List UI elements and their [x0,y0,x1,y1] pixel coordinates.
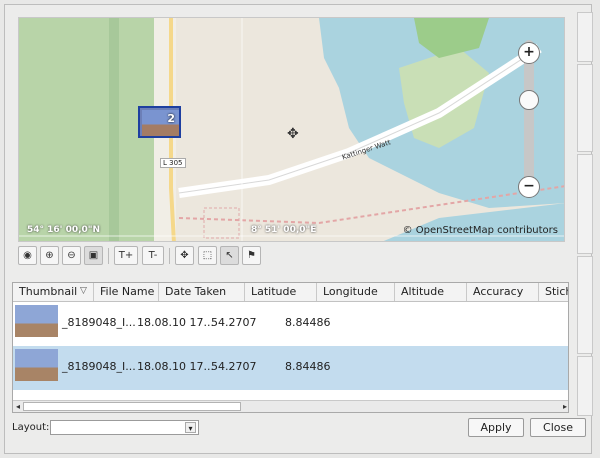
column-header-latitude[interactable]: Latitude [245,283,317,301]
scrollbar-thumb[interactable] [23,402,241,411]
row-latitude: 54.2707 [211,360,257,373]
pan-icon[interactable]: ✥ [175,246,194,265]
map-view[interactable]: 54° 16' 00,0"N 8° 51' 00,0"E © OpenStree… [18,17,565,242]
column-header-accuracy[interactable]: Accuracy [467,283,539,301]
side-tab-3[interactable] [577,154,593,254]
chevron-down-icon[interactable]: ▾ [185,422,196,433]
row-filename: _8189048_I... [62,316,136,329]
zoom-in-button[interactable]: + [518,42,540,64]
road-label: L 305 [160,158,186,168]
table-row[interactable]: _8189048_I... 18.08.10 17... 54.2707 8.8… [13,346,568,390]
column-header-date[interactable]: Date Taken [159,283,245,301]
image-list-table: Thumbnail ▽ File Name Date Taken Latitud… [12,282,569,413]
row-longitude: 8.84486 [285,316,331,329]
rectangle-select-icon[interactable]: ⬚ [198,246,217,265]
table-header: Thumbnail ▽ File Name Date Taken Latitud… [13,283,568,302]
table-row[interactable]: _8189048_I... 18.08.10 17... 54.2707 8.8… [13,302,568,346]
photo-cluster-marker[interactable]: 2 [138,106,181,138]
thumbnail-bigger-button[interactable]: T+ [114,246,138,265]
cluster-count: 2 [167,112,175,125]
zoom-knob[interactable] [519,90,539,110]
row-date: 18.08.10 17... [137,360,214,373]
zoom-in-icon[interactable]: ⊕ [40,246,59,265]
horizontal-scrollbar[interactable]: ◂ ▸ [13,400,568,412]
apply-button[interactable]: Apply [468,418,524,437]
pointer-icon[interactable]: ↖ [220,246,239,265]
row-thumbnail [15,305,58,337]
map-toolbar: ◉ ⊕ ⊖ ▣ T+ T- ✥ ⬚ ↖ ⚑ [18,246,268,266]
side-tabs [577,12,593,417]
globe-icon[interactable]: ◉ [18,246,37,265]
latitude-readout: 54° 16' 00,0"N [27,225,100,235]
row-latitude: 54.2707 [211,316,257,329]
zoom-out-button[interactable]: − [518,176,540,198]
column-header-longitude[interactable]: Longitude [317,283,395,301]
column-header-altitude[interactable]: Altitude [395,283,467,301]
row-longitude: 8.84486 [285,360,331,373]
thumbnail-smaller-button[interactable]: T- [142,246,164,265]
side-tab-5[interactable] [577,356,593,416]
scroll-left-icon[interactable]: ◂ [13,401,23,412]
layout-select[interactable]: ▾ [50,420,199,435]
layout-label: Layout: [12,422,50,433]
column-header-stich[interactable]: Stich [539,283,568,301]
column-header-filename[interactable]: File Name [94,283,159,301]
side-tab-2[interactable] [577,64,593,152]
close-button[interactable]: Close [530,418,586,437]
zoom-slider[interactable]: + − [518,28,540,203]
move-cursor-icon: ✥ [287,126,299,142]
marker-icon[interactable]: ⚑ [242,246,261,265]
scroll-right-icon[interactable]: ▸ [560,401,568,412]
row-filename: _8189048_I... [62,360,136,373]
toolbar-separator [169,248,170,264]
side-tab-1[interactable] [577,12,593,62]
row-date: 18.08.10 17... [137,316,214,329]
zoom-out-icon[interactable]: ⊖ [62,246,81,265]
longitude-readout: 8° 51' 00,0"E [251,225,317,235]
map-attribution: © OpenStreetMap contributors [402,225,558,236]
sort-indicator-icon: ▽ [80,286,87,296]
toolbar-separator [108,248,109,264]
side-tab-4[interactable] [577,256,593,354]
row-thumbnail [15,349,58,381]
thumbnail-toggle-icon[interactable]: ▣ [84,246,103,265]
